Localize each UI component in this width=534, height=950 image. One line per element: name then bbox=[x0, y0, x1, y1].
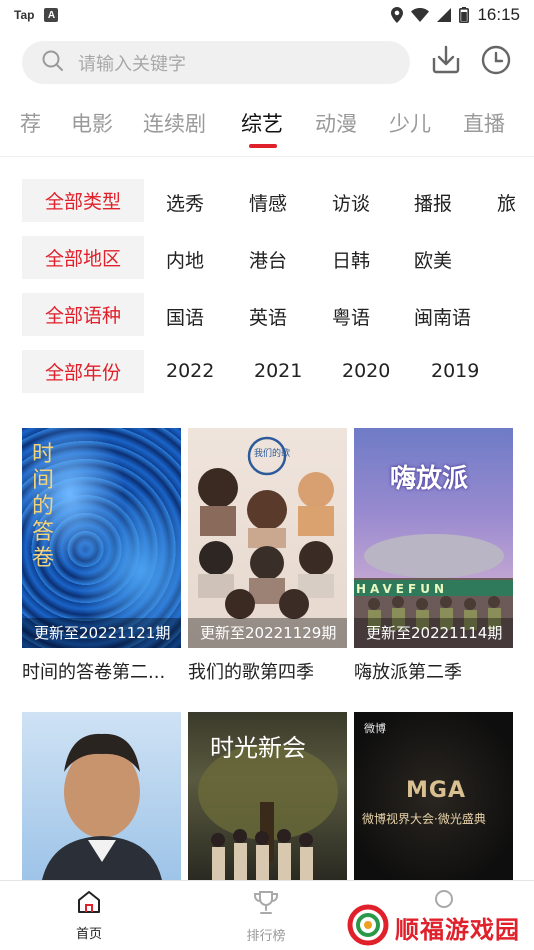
filter-row-language: 全部语种 国语 英语 粤语 闽南语 bbox=[0, 293, 534, 337]
search-input[interactable]: 请输入关键字 bbox=[22, 41, 410, 84]
active-tab-indicator bbox=[249, 144, 277, 148]
home-icon bbox=[76, 889, 102, 919]
show-card[interactable]: 时光新会 bbox=[188, 712, 347, 880]
nav-ranking[interactable]: 排行榜 bbox=[226, 889, 306, 944]
show-title: 嗨放派第二季 bbox=[354, 662, 462, 683]
trophy-icon bbox=[252, 889, 280, 921]
filter-option[interactable]: 国语 bbox=[166, 303, 204, 330]
show-card[interactable] bbox=[22, 712, 181, 880]
battery-icon bbox=[459, 7, 470, 23]
filter-option[interactable]: 2021 bbox=[254, 360, 302, 382]
nav-home[interactable]: 首页 bbox=[49, 889, 129, 942]
filter-type-selected[interactable]: 全部类型 bbox=[22, 179, 144, 222]
tab-kids[interactable]: 少儿 bbox=[389, 108, 431, 138]
tab-movies[interactable]: 电影 bbox=[71, 108, 113, 138]
filter-row-year: 全部年份 2022 2021 2020 2019 bbox=[0, 350, 534, 394]
filter-option[interactable]: 闽南语 bbox=[414, 303, 471, 330]
filter-option[interactable]: 英语 bbox=[249, 303, 287, 330]
filter-option[interactable]: 2019 bbox=[431, 360, 479, 382]
poster-logo: MGA bbox=[406, 778, 466, 803]
filter-region-selected[interactable]: 全部地区 bbox=[22, 236, 144, 279]
clock-icon bbox=[480, 44, 512, 80]
show-card[interactable]: 我们的歌 更新至20221129期 我们的歌第四季 bbox=[188, 428, 347, 684]
poster-title-art: 嗨放派 bbox=[390, 464, 469, 494]
filter-option[interactable]: 情感 bbox=[249, 189, 287, 216]
show-title: 时间的答卷第二... bbox=[22, 662, 166, 683]
divider bbox=[0, 156, 534, 157]
watermark-logo: 顺福游戏园 bbox=[347, 904, 520, 950]
show-poster: 时光新会 bbox=[188, 712, 347, 880]
filter-option[interactable]: 访谈 bbox=[332, 189, 370, 216]
tab-variety[interactable]: 综艺 bbox=[241, 108, 283, 138]
show-poster bbox=[22, 712, 181, 880]
filter-option[interactable]: 旅 bbox=[497, 189, 516, 216]
status-a-badge: A bbox=[44, 8, 59, 22]
status-bar: Tap A 16:15 bbox=[0, 0, 534, 30]
filter-option[interactable]: 选秀 bbox=[166, 189, 204, 216]
poster-corner-logo: 微博 bbox=[364, 722, 386, 735]
status-app-label: Tap bbox=[14, 8, 35, 22]
show-card[interactable]: 微博 MGA 微博视界大会·微光盛典 bbox=[354, 712, 513, 880]
location-icon bbox=[391, 7, 404, 23]
tab-series[interactable]: 连续剧 bbox=[143, 108, 206, 138]
tab-live[interactable]: 直播 bbox=[463, 108, 505, 138]
filter-option[interactable]: 港台 bbox=[249, 246, 287, 273]
status-time: 16:15 bbox=[477, 5, 520, 24]
watermark-text: 顺福游戏园 bbox=[395, 915, 520, 944]
filter-option[interactable]: 播报 bbox=[414, 189, 452, 216]
filter-option[interactable]: 日韩 bbox=[332, 246, 370, 273]
show-poster: 我们的歌 更新至20221129期 bbox=[188, 428, 347, 648]
update-badge: 更新至20221121期 bbox=[22, 618, 181, 648]
filter-year-selected[interactable]: 全部年份 bbox=[22, 350, 144, 393]
wifi-icon bbox=[411, 8, 430, 22]
filter-row-region: 全部地区 内地 港台 日韩 欧美 bbox=[0, 236, 534, 280]
signal-icon bbox=[437, 8, 452, 22]
filter-option[interactable]: 内地 bbox=[166, 246, 204, 273]
show-title: 我们的歌第四季 bbox=[188, 662, 314, 683]
download-icon bbox=[430, 44, 462, 80]
show-card[interactable]: 时间的答卷 更新至20221121期 时间的答卷第二... bbox=[22, 428, 181, 684]
tab-recommend[interactable]: 荐 bbox=[20, 108, 41, 138]
show-poster: 嗨放派 HAVEFUN 更新至20221114期 bbox=[354, 428, 513, 648]
nav-ranking-label: 排行榜 bbox=[246, 929, 286, 944]
update-badge: 更新至20221129期 bbox=[188, 618, 347, 648]
filter-row-type: 全部类型 选秀 情感 访谈 播报 旅 bbox=[0, 179, 534, 223]
update-badge: 更新至20221114期 bbox=[354, 618, 513, 648]
filter-option[interactable]: 粤语 bbox=[332, 303, 370, 330]
poster-title-art: 时间的答卷 bbox=[32, 442, 55, 571]
brand-swirl-icon bbox=[347, 904, 389, 950]
download-button[interactable] bbox=[428, 44, 464, 80]
filter-option[interactable]: 欧美 bbox=[414, 246, 452, 273]
show-card[interactable]: 嗨放派 HAVEFUN 更新至20221114期 嗨放派第二季 bbox=[354, 428, 513, 684]
nav-home-label: 首页 bbox=[75, 927, 102, 942]
search-icon bbox=[42, 50, 64, 76]
show-poster: 微博 MGA 微博视界大会·微光盛典 bbox=[354, 712, 513, 880]
search-placeholder: 请输入关键字 bbox=[78, 53, 186, 75]
poster-artwork bbox=[198, 436, 334, 619]
filter-option[interactable]: 2022 bbox=[166, 360, 214, 382]
filter-option[interactable]: 2020 bbox=[342, 360, 390, 382]
poster-title-art: 时光新会 bbox=[210, 734, 306, 762]
tab-anime[interactable]: 动漫 bbox=[315, 108, 357, 138]
history-button[interactable] bbox=[478, 44, 514, 80]
poster-logo-text: 我们的歌 bbox=[254, 449, 291, 459]
poster-subtext: HAVEFUN bbox=[356, 582, 448, 596]
poster-artwork bbox=[42, 733, 162, 880]
category-tabs: 荐 电影 连续剧 综艺 动漫 少儿 直播 bbox=[0, 100, 534, 150]
poster-title-art: 微博视界大会·微光盛典 bbox=[362, 812, 486, 826]
filter-language-selected[interactable]: 全部语种 bbox=[22, 293, 144, 336]
show-poster: 时间的答卷 更新至20221121期 bbox=[22, 428, 181, 648]
